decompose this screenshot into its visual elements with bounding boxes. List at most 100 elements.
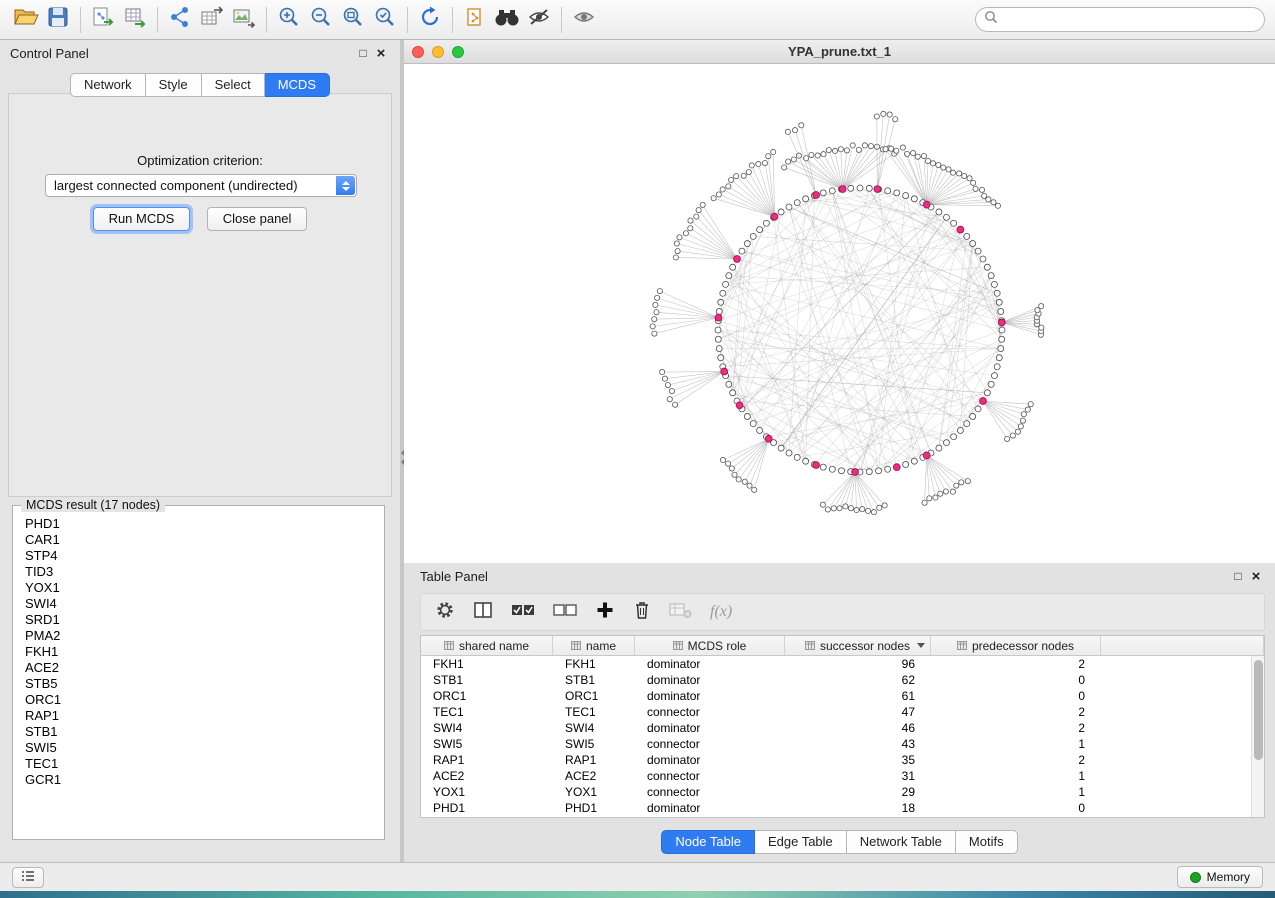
table-cell: ORC1 bbox=[421, 689, 553, 703]
memory-button[interactable]: Memory bbox=[1177, 866, 1263, 888]
table-row[interactable]: RAP1RAP1dominator352 bbox=[421, 752, 1251, 768]
create-column-button[interactable] bbox=[595, 600, 615, 625]
table-row[interactable]: ACE2ACE2connector311 bbox=[421, 768, 1251, 784]
table-cell: TEC1 bbox=[421, 705, 553, 719]
table-row[interactable]: PHD1PHD1dominator180 bbox=[421, 800, 1251, 816]
mcds-result-item[interactable]: TID3 bbox=[17, 564, 380, 580]
column-header-mcds-role[interactable]: MCDS role bbox=[635, 636, 785, 656]
table-row[interactable]: TEC1TEC1connector472 bbox=[421, 704, 1251, 720]
trash-icon bbox=[633, 600, 651, 625]
table-cell: ACE2 bbox=[553, 769, 635, 783]
search-icon bbox=[984, 10, 998, 29]
show-graphics-details-button[interactable] bbox=[568, 6, 600, 34]
tab-edge-table[interactable]: Edge Table bbox=[755, 830, 847, 854]
table-cell: 1 bbox=[931, 769, 1101, 783]
network-canvas[interactable] bbox=[404, 64, 1275, 563]
close-table-panel-button[interactable]: × bbox=[1247, 568, 1265, 585]
tab-node-table[interactable]: Node Table bbox=[661, 830, 755, 854]
tab-style[interactable]: Style bbox=[146, 73, 202, 97]
mcds-result-item[interactable]: YOX1 bbox=[17, 580, 380, 596]
new-network-button[interactable] bbox=[164, 6, 196, 34]
table-row[interactable]: FKH1FKH1dominator962 bbox=[421, 656, 1251, 672]
mcds-result-item[interactable]: SWI4 bbox=[17, 596, 380, 612]
mcds-result-item[interactable]: STP4 bbox=[17, 548, 380, 564]
column-header-shared-name[interactable]: shared name bbox=[421, 636, 553, 656]
table-row[interactable]: ORC1ORC1dominator610 bbox=[421, 688, 1251, 704]
scrollbar-thumb[interactable] bbox=[1254, 660, 1263, 760]
mcds-result-item[interactable]: CAR1 bbox=[17, 532, 380, 548]
column-grid-icon bbox=[673, 639, 683, 653]
tab-select[interactable]: Select bbox=[202, 73, 265, 97]
table-row[interactable]: SWI4SWI4dominator462 bbox=[421, 720, 1251, 736]
copy-network-view-button[interactable] bbox=[459, 6, 491, 34]
column-header-predecessor-nodes[interactable]: predecessor nodes bbox=[931, 636, 1101, 656]
table-cell: YOX1 bbox=[553, 785, 635, 799]
close-panel-action-button[interactable]: Close panel bbox=[207, 207, 308, 231]
table-row[interactable]: STB1STB1dominator620 bbox=[421, 672, 1251, 688]
network-window-titlebar[interactable]: YPA_prune.txt_1 bbox=[404, 40, 1275, 64]
mcds-result-item[interactable]: TEC1 bbox=[17, 756, 380, 772]
table-row[interactable]: SWI5SWI5connector431 bbox=[421, 736, 1251, 752]
deselect-all-rows-button[interactable] bbox=[553, 602, 577, 623]
zoom-selected-button[interactable] bbox=[369, 6, 401, 34]
toolbar-separator bbox=[407, 7, 408, 33]
table-options-button[interactable] bbox=[435, 600, 455, 625]
mcds-result-list[interactable]: PHD1CAR1STP4TID3YOX1SWI4SRD1PMA2FKH1ACE2… bbox=[17, 516, 380, 835]
tab-motifs[interactable]: Motifs bbox=[956, 830, 1018, 854]
table-cell: RAP1 bbox=[421, 753, 553, 767]
tab-network-table[interactable]: Network Table bbox=[847, 830, 956, 854]
task-history-button[interactable] bbox=[12, 867, 44, 888]
mcds-result-item[interactable]: ACE2 bbox=[17, 660, 380, 676]
node-table-body[interactable]: FKH1FKH1dominator962STB1STB1dominator620… bbox=[421, 656, 1251, 817]
save-button[interactable] bbox=[42, 6, 74, 34]
run-mcds-button[interactable]: Run MCDS bbox=[93, 207, 191, 231]
mcds-result-item[interactable]: RAP1 bbox=[17, 708, 380, 724]
float-table-panel-button[interactable]: □ bbox=[1229, 569, 1247, 583]
mcds-result-item[interactable]: STB5 bbox=[17, 676, 380, 692]
table-scrollbar[interactable] bbox=[1251, 656, 1264, 817]
network-share-icon bbox=[168, 6, 192, 33]
mcds-result-item[interactable]: PHD1 bbox=[17, 516, 380, 532]
zoom-in-button[interactable] bbox=[273, 6, 305, 34]
search-input[interactable] bbox=[1003, 10, 1264, 30]
sort-dropdown-icon[interactable] bbox=[917, 643, 925, 648]
find-button[interactable] bbox=[491, 6, 523, 34]
open-file-button[interactable] bbox=[10, 6, 42, 34]
zoom-fit-button[interactable] bbox=[337, 6, 369, 34]
mcds-result-item[interactable]: GCR1 bbox=[17, 772, 380, 788]
mcds-result-item[interactable]: SRD1 bbox=[17, 612, 380, 628]
control-panel-tabs: Network Style Select MCDS bbox=[70, 73, 330, 97]
optimization-criterion-select[interactable]: largest connected component (undirected) bbox=[45, 174, 357, 197]
float-panel-button[interactable]: □ bbox=[354, 46, 372, 60]
import-table-icon bbox=[123, 6, 147, 33]
table-cell: SWI4 bbox=[553, 721, 635, 735]
table-cell: 2 bbox=[931, 705, 1101, 719]
close-panel-button[interactable]: × bbox=[372, 45, 390, 62]
delete-column-button[interactable] bbox=[633, 600, 651, 625]
function-builder-button-disabled: f(x) bbox=[710, 603, 732, 621]
import-network-file-button[interactable] bbox=[87, 6, 119, 34]
table-row[interactable]: YOX1YOX1connector291 bbox=[421, 784, 1251, 800]
show-columns-button[interactable] bbox=[473, 601, 493, 624]
mcds-result-item[interactable]: ORC1 bbox=[17, 692, 380, 708]
network-graph[interactable] bbox=[404, 64, 1275, 563]
import-table-file-button[interactable] bbox=[119, 6, 151, 34]
zoom-out-button[interactable] bbox=[305, 6, 337, 34]
refresh-view-button[interactable] bbox=[414, 6, 446, 34]
hide-graphics-details-button[interactable] bbox=[523, 6, 555, 34]
export-table-button[interactable] bbox=[196, 6, 228, 34]
select-all-rows-button[interactable] bbox=[511, 602, 535, 623]
mcds-result-item[interactable]: SWI5 bbox=[17, 740, 380, 756]
tab-mcds[interactable]: MCDS bbox=[265, 73, 330, 97]
table-cell: FKH1 bbox=[421, 657, 553, 671]
export-image-button[interactable] bbox=[228, 6, 260, 34]
mcds-result-item[interactable]: STB1 bbox=[17, 724, 380, 740]
search-input-container bbox=[975, 7, 1265, 32]
table-cell: 2 bbox=[931, 721, 1101, 735]
column-header-successor-nodes[interactable]: successor nodes bbox=[785, 636, 931, 656]
mcds-result-item[interactable]: PMA2 bbox=[17, 628, 380, 644]
column-header-name[interactable]: name bbox=[553, 636, 635, 656]
tab-network[interactable]: Network bbox=[70, 73, 146, 97]
table-cell: ORC1 bbox=[553, 689, 635, 703]
mcds-result-item[interactable]: FKH1 bbox=[17, 644, 380, 660]
